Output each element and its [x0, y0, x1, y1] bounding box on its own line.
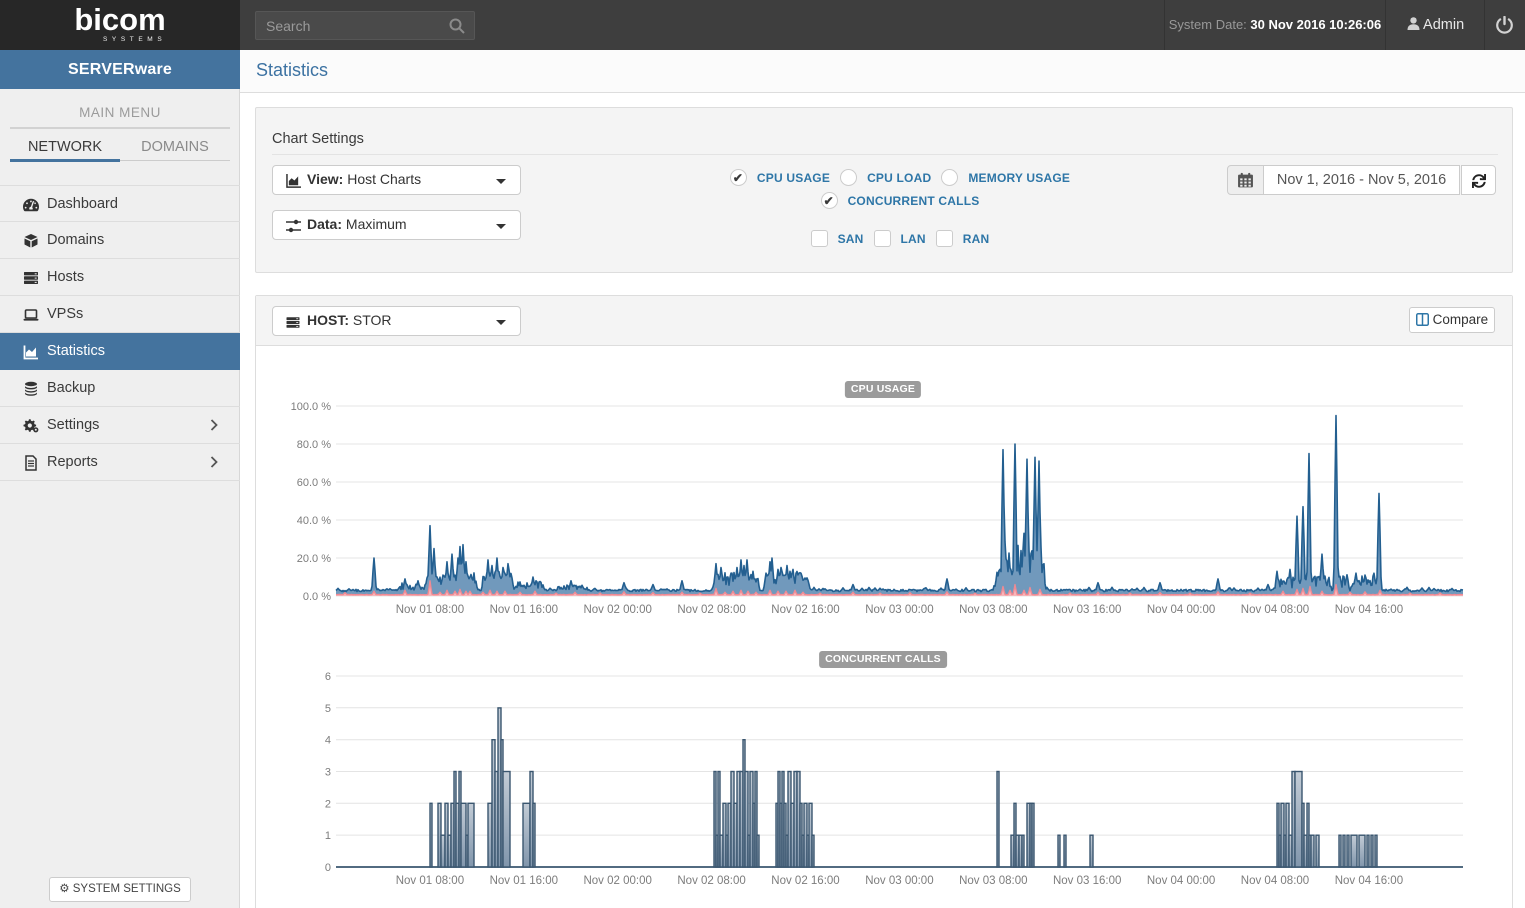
svg-text:Nov 04 16:00: Nov 04 16:00	[1335, 604, 1403, 616]
svg-text:Nov 03 00:00: Nov 03 00:00	[865, 875, 933, 887]
svg-text:0.0 %: 0.0 %	[303, 591, 331, 603]
svg-text:20.0 %: 20.0 %	[297, 553, 331, 565]
svg-text:Nov 01 08:00: Nov 01 08:00	[396, 875, 464, 887]
svg-text:4: 4	[325, 735, 331, 747]
svg-text:6: 6	[325, 671, 331, 683]
svg-text:Nov 02 00:00: Nov 02 00:00	[583, 875, 651, 887]
svg-text:Nov 01 16:00: Nov 01 16:00	[490, 875, 558, 887]
svg-text:Nov 04 08:00: Nov 04 08:00	[1241, 875, 1309, 887]
svg-text:Nov 01 16:00: Nov 01 16:00	[490, 604, 558, 616]
svg-text:5: 5	[325, 703, 331, 715]
svg-text:Nov 02 08:00: Nov 02 08:00	[677, 875, 745, 887]
svg-text:Nov 04 00:00: Nov 04 00:00	[1147, 875, 1215, 887]
svg-text:Nov 03 08:00: Nov 03 08:00	[959, 875, 1027, 887]
svg-text:Nov 04 00:00: Nov 04 00:00	[1147, 604, 1215, 616]
svg-text:80.0 %: 80.0 %	[297, 439, 331, 451]
svg-text:60.0 %: 60.0 %	[297, 477, 331, 489]
svg-text:3: 3	[325, 767, 331, 779]
svg-text:0: 0	[325, 862, 331, 874]
svg-text:40.0 %: 40.0 %	[297, 515, 331, 527]
svg-text:Nov 03 00:00: Nov 03 00:00	[865, 604, 933, 616]
svg-text:Nov 04 16:00: Nov 04 16:00	[1335, 875, 1403, 887]
svg-text:Nov 02 00:00: Nov 02 00:00	[583, 604, 651, 616]
svg-text:Nov 04 08:00: Nov 04 08:00	[1241, 604, 1309, 616]
svg-text:Nov 03 08:00: Nov 03 08:00	[959, 604, 1027, 616]
svg-text:Nov 02 16:00: Nov 02 16:00	[771, 875, 839, 887]
svg-text:Nov 02 08:00: Nov 02 08:00	[677, 604, 745, 616]
svg-text:100.0 %: 100.0 %	[291, 401, 332, 413]
svg-text:1: 1	[325, 830, 331, 842]
svg-text:Nov 02 16:00: Nov 02 16:00	[771, 604, 839, 616]
svg-text:Nov 03 16:00: Nov 03 16:00	[1053, 875, 1121, 887]
svg-text:Nov 01 08:00: Nov 01 08:00	[396, 604, 464, 616]
svg-text:2: 2	[325, 798, 331, 810]
svg-text:Nov 03 16:00: Nov 03 16:00	[1053, 604, 1121, 616]
